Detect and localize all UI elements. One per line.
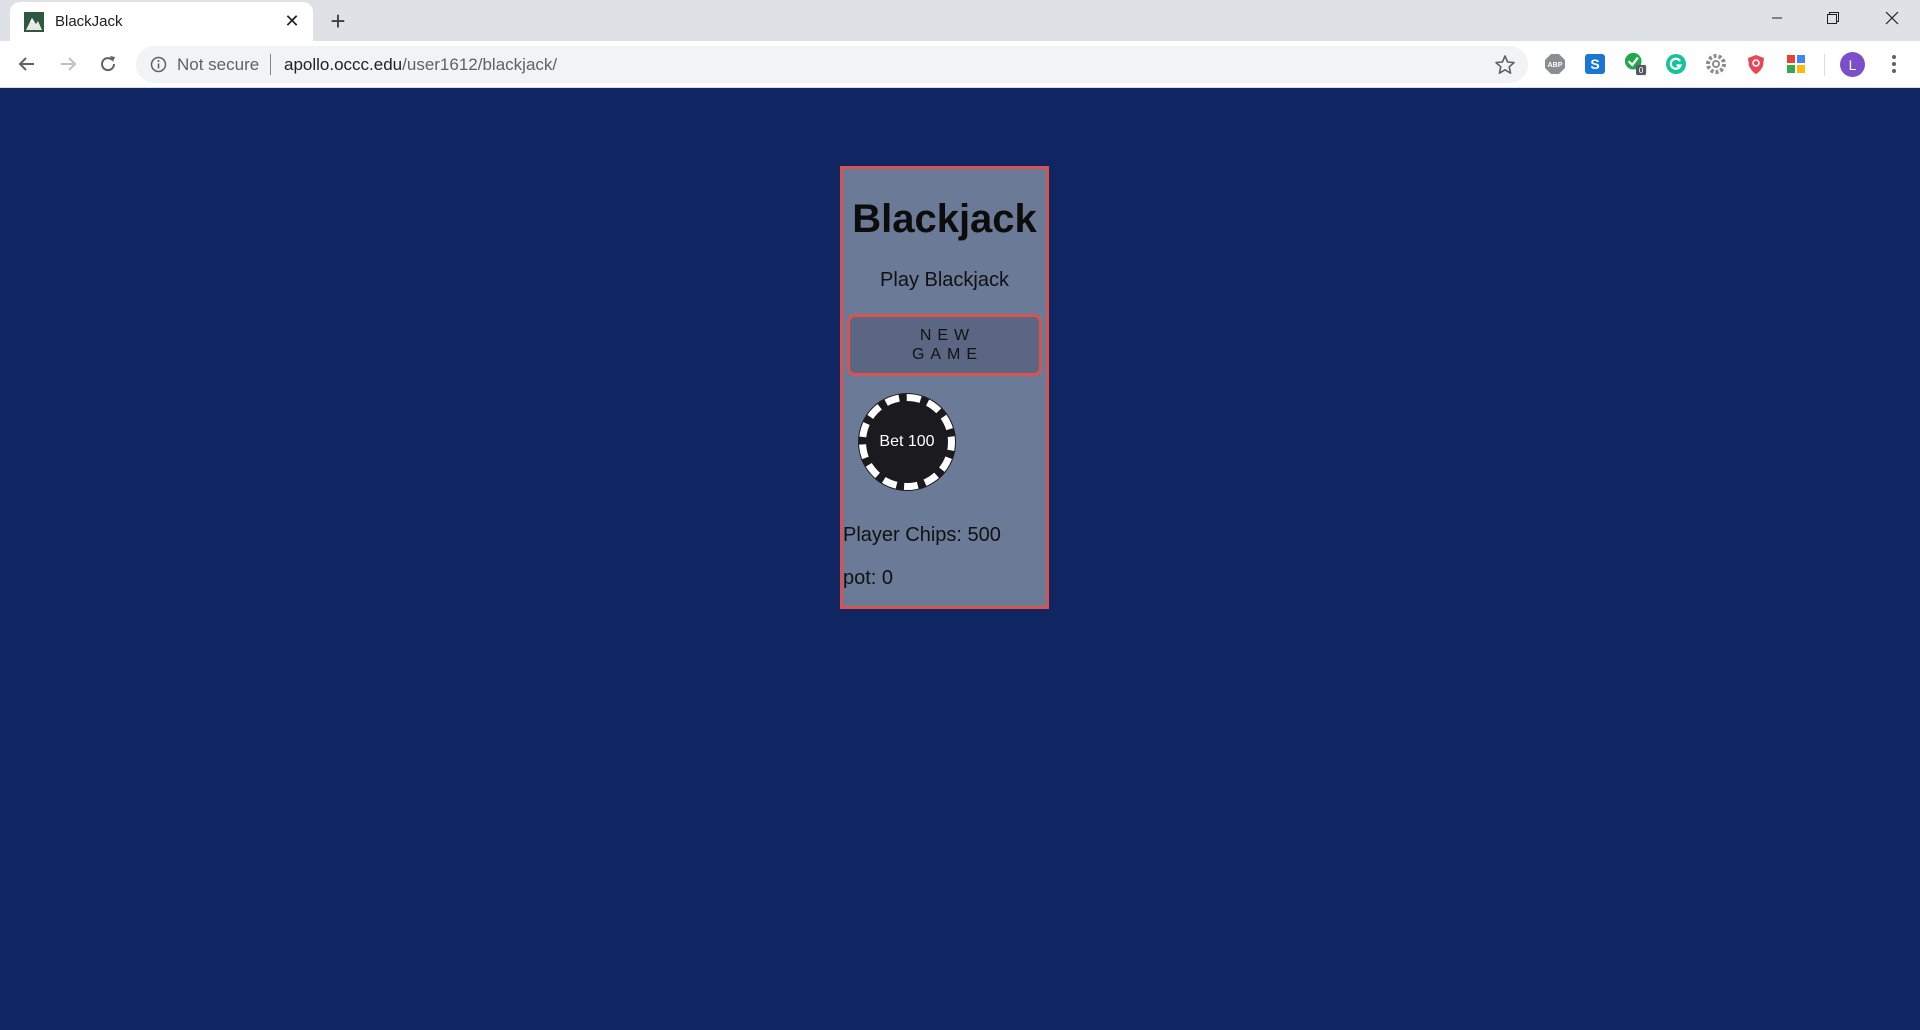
- window-restore-icon[interactable]: [1805, 0, 1861, 36]
- address-bar[interactable]: Not secure apollo.occc.edu/user1612/blac…: [136, 46, 1528, 83]
- adblock-extension-icon[interactable]: ABP: [1543, 52, 1567, 76]
- toolbar-divider: [1824, 54, 1825, 76]
- tab-close-icon[interactable]: ✕: [281, 10, 303, 32]
- profile-avatar[interactable]: L: [1840, 52, 1865, 77]
- browser-toolbar: Not secure apollo.occc.edu/user1612/blac…: [0, 41, 1920, 88]
- game-panel: Blackjack Play Blackjack NEW GAME Bet 10…: [840, 166, 1049, 609]
- back-arrow-icon[interactable]: [11, 48, 43, 80]
- reload-icon[interactable]: [92, 48, 124, 80]
- info-icon[interactable]: [150, 56, 167, 73]
- forward-arrow-icon[interactable]: [52, 48, 84, 80]
- tab-strip: BlackJack ✕ +: [0, 0, 1920, 41]
- url-text[interactable]: apollo.occc.edu/user1612/blackjack/: [284, 55, 557, 75]
- s-extension-icon[interactable]: S: [1583, 52, 1607, 76]
- site-favicon-icon: [24, 12, 44, 32]
- player-chips-text: Player Chips: 500: [843, 524, 1001, 546]
- pot-text: pot: 0: [843, 567, 894, 589]
- url-path: /user1612/blackjack/: [402, 55, 558, 74]
- svg-text:S: S: [1590, 56, 1599, 72]
- colorful-extension-icon[interactable]: [1784, 52, 1808, 76]
- bookmark-star-icon[interactable]: [1494, 54, 1516, 76]
- new-tab-icon[interactable]: +: [325, 6, 351, 36]
- game-title: Blackjack: [852, 197, 1037, 241]
- url-separator: [270, 54, 271, 75]
- grammarly-icon[interactable]: [1664, 52, 1688, 76]
- kebab-menu-icon[interactable]: [1882, 52, 1906, 76]
- shield-extension-icon[interactable]: [1744, 52, 1768, 76]
- checkmark-extension-icon[interactable]: 0: [1624, 52, 1648, 76]
- bet-chip-button[interactable]: Bet 100: [859, 394, 955, 490]
- new-game-button[interactable]: NEW GAME: [847, 314, 1042, 376]
- security-label[interactable]: Not secure: [177, 55, 259, 75]
- game-subtitle: Play Blackjack: [880, 269, 1009, 291]
- gear-extension-icon[interactable]: [1704, 52, 1728, 76]
- window-close-icon[interactable]: [1864, 0, 1920, 36]
- url-domain: apollo.occc.edu: [284, 55, 403, 74]
- window-minimize-icon[interactable]: [1749, 0, 1805, 36]
- browser-tab[interactable]: BlackJack ✕: [10, 2, 313, 41]
- abp-label: ABP: [1548, 62, 1563, 69]
- extension-badge-count: 0: [1639, 65, 1644, 75]
- tab-title: BlackJack: [55, 13, 123, 30]
